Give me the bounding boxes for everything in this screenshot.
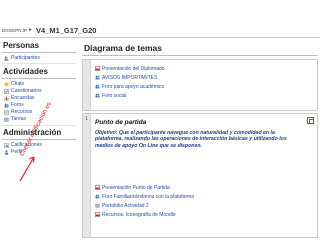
section-number: 1 xyxy=(85,116,88,122)
resource-item[interactable]: Foro para apoyo académico xyxy=(95,83,164,90)
quiz-icon xyxy=(4,88,9,94)
resource-item[interactable]: Portafolio Actividad 2 xyxy=(95,202,149,209)
resource-label: Foro social xyxy=(102,92,127,99)
sidebar-item-label: Tareas xyxy=(11,116,27,122)
breadcrumb-site-link[interactable]: DGGEPN.IP xyxy=(2,28,27,33)
forum-icon xyxy=(95,75,100,80)
annotation-arrow xyxy=(19,156,35,182)
sidebar-item-label: Foros xyxy=(11,102,24,108)
sidebar-item-recursos[interactable]: Recursos xyxy=(4,109,32,115)
sidebar-item-participantes[interactable]: Participantes xyxy=(4,55,40,61)
breadcrumb-separator: ► xyxy=(28,27,33,33)
resource-label: Foro para apoyo académico xyxy=(102,83,165,90)
sidebar-item-cuestionarios[interactable]: Cuestionarios xyxy=(4,88,42,94)
actividades-divider xyxy=(2,78,76,79)
sidebar-item-encuestas[interactable]: Encuestas xyxy=(4,95,34,101)
sidebar-item-label: Encuestas xyxy=(11,95,35,101)
sidebar-item-label: Cuestionarios xyxy=(11,88,42,94)
personas-bottom-divider xyxy=(2,63,76,64)
section-1-gutter: 1 xyxy=(83,114,91,237)
resource-label: Portafolio Actividad 2 xyxy=(102,202,149,209)
survey-icon xyxy=(4,96,9,100)
forum-icon xyxy=(95,84,100,89)
resource-label: Presentación del Diplomado xyxy=(102,65,165,72)
pdf-icon xyxy=(95,185,100,190)
sidebar-item-label: Recursos xyxy=(11,109,33,115)
sidebar-item-label: Chats xyxy=(11,81,25,87)
resource-item[interactable]: Foro Familiarizándonos con la plataforma xyxy=(95,193,194,200)
resource-item[interactable]: Presentación Punto de Partida xyxy=(95,184,170,191)
section-0-gutter xyxy=(83,60,91,110)
assignment-icon xyxy=(4,117,9,121)
resource-item[interactable]: Presentación del Diplomado xyxy=(95,65,165,72)
resource-label: Recursos: Iconografía de Moodle xyxy=(102,211,176,218)
resource-label: AVISOS IMPORTANTES xyxy=(102,74,158,81)
resource-label: Presentación Punto de Partida xyxy=(102,184,170,191)
sidebar-item-foros[interactable]: Foros xyxy=(4,102,24,108)
personas-divider xyxy=(2,52,76,53)
assignment-icon xyxy=(95,203,100,208)
course-section-0: Presentación del Diplomado AVISOS IMPORT… xyxy=(82,59,318,111)
actividades-block-title: Actividades xyxy=(3,67,48,76)
forum-icon xyxy=(95,93,100,98)
chat-icon xyxy=(4,82,9,87)
left-sidebar: Personas Participantes Actividades Chats… xyxy=(0,41,78,240)
main-title-divider xyxy=(82,55,318,56)
course-section-1: 1 Punto de partida Objetivo: Que el part… xyxy=(82,113,318,238)
resource-item[interactable]: Recursos: Iconografía de Moodle xyxy=(95,211,176,218)
resource-label: Foro Familiarizándonos con la plataforma xyxy=(102,193,194,200)
section-objective: Objetivo: Que el participante navegue co… xyxy=(95,130,287,149)
pdf-icon xyxy=(95,66,100,71)
main-content: Diagrama de temas Presentación del Diplo… xyxy=(82,41,318,240)
resource-icon xyxy=(4,109,9,115)
section-title: Punto de partida xyxy=(95,119,147,126)
sidebar-item-tareas[interactable]: Tareas xyxy=(4,116,26,122)
personas-block-title: Personas xyxy=(3,41,40,50)
forum-icon xyxy=(95,194,100,199)
users-icon xyxy=(4,56,9,61)
sidebar-item-label: Participantes xyxy=(11,55,40,61)
resource-item[interactable]: Foro social xyxy=(95,92,126,99)
sidebar-item-chats[interactable]: Chats xyxy=(4,81,24,87)
breadcrumb-course-name: V4_M1_G17_G20 xyxy=(36,26,97,35)
pdf-icon xyxy=(95,212,100,217)
page-title: Diagrama de temas xyxy=(84,43,162,53)
show-only-section-toggle[interactable] xyxy=(307,117,314,124)
forum-icon xyxy=(4,103,9,107)
grades-icon xyxy=(4,142,9,148)
resource-item[interactable]: AVISOS IMPORTANTES xyxy=(95,74,157,81)
administracion-divider xyxy=(2,139,76,140)
breadcrumb: DGGEPN.IP ► V4_M1_G17_G20 xyxy=(0,26,320,38)
